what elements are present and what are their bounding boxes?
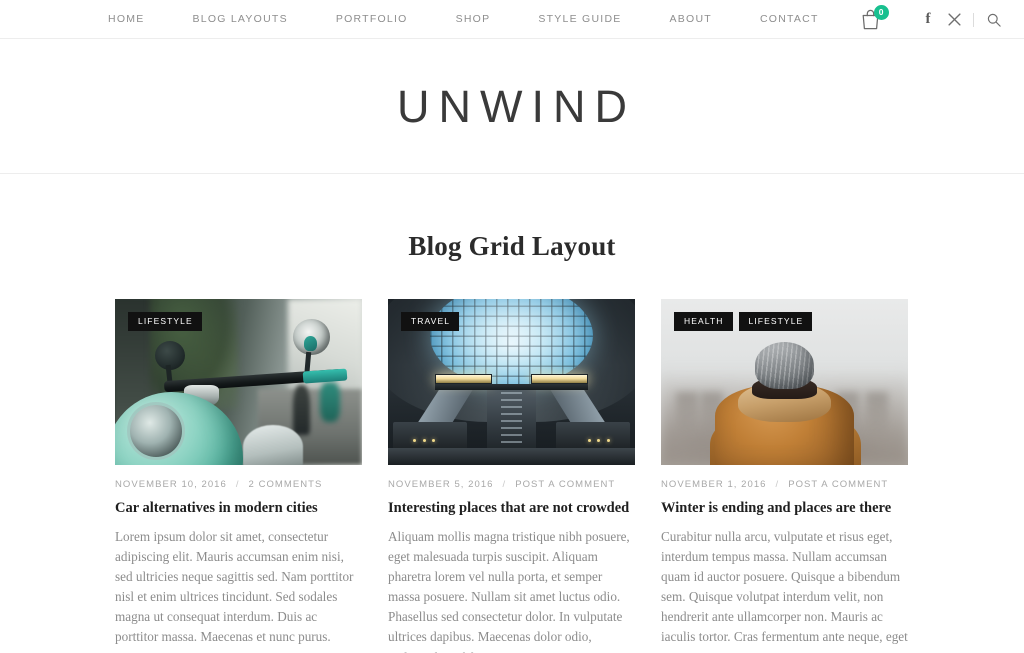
post-comments-link[interactable]: POST A COMMENT bbox=[515, 479, 615, 490]
post-thumbnail-link[interactable]: TRAVEL bbox=[388, 299, 635, 465]
post-category-list: TRAVEL bbox=[401, 312, 460, 331]
nav-right-actions: f bbox=[915, 0, 1024, 39]
post-category-badge[interactable]: LIFESTYLE bbox=[128, 312, 202, 331]
post-meta: NOVEMBER 1, 2016 / POST A COMMENT bbox=[661, 479, 908, 490]
nav-divider bbox=[973, 12, 974, 27]
post-excerpt: Lorem ipsum dolor sit amet, consectetur … bbox=[115, 529, 354, 653]
post-excerpt: Aliquam mollis magna tristique nibh posu… bbox=[388, 529, 630, 653]
post-comments-link[interactable]: 2 COMMENTS bbox=[249, 479, 323, 490]
cart-count-badge: 0 bbox=[873, 5, 889, 20]
cart-button[interactable]: 0 bbox=[861, 5, 891, 33]
top-navigation-bar: HOME BLOG LAYOUTS PORTFOLIO SHOP STYLE G… bbox=[0, 0, 1024, 39]
site-logo[interactable]: UNWIND bbox=[388, 84, 636, 129]
meta-separator: / bbox=[775, 479, 780, 490]
post-category-badge[interactable]: TRAVEL bbox=[401, 312, 460, 331]
post-title[interactable]: Car alternatives in modern cities bbox=[115, 499, 362, 517]
post-date: NOVEMBER 10, 2016 bbox=[115, 479, 227, 490]
site-header: UNWIND bbox=[0, 39, 1024, 174]
primary-navigation: HOME BLOG LAYOUTS PORTFOLIO SHOP STYLE G… bbox=[108, 0, 891, 39]
post-title[interactable]: Winter is ending and places are there bbox=[661, 499, 908, 517]
post-excerpt: Curabitur nulla arcu, vulputate et risus… bbox=[661, 529, 908, 653]
blog-post-card: TRAVEL NOVEMBER 5, 2016 / POST A COMMENT… bbox=[388, 299, 635, 653]
post-meta: NOVEMBER 5, 2016 / POST A COMMENT bbox=[388, 479, 635, 490]
post-thumbnail-link[interactable]: LIFESTYLE bbox=[115, 299, 362, 465]
post-meta: NOVEMBER 10, 2016 / 2 COMMENTS bbox=[115, 479, 362, 490]
post-thumbnail-link[interactable]: HEALTH LIFESTYLE bbox=[661, 299, 908, 465]
nav-item-style-guide[interactable]: STYLE GUIDE bbox=[514, 0, 645, 39]
blog-post-grid: LIFESTYLE NOVEMBER 10, 2016 / 2 COMMENTS… bbox=[115, 299, 909, 653]
nav-item-home[interactable]: HOME bbox=[108, 0, 169, 39]
page-title: Blog Grid Layout bbox=[408, 231, 616, 261]
post-category-badge[interactable]: HEALTH bbox=[674, 312, 733, 331]
x-twitter-icon[interactable] bbox=[941, 0, 967, 39]
search-icon[interactable] bbox=[982, 0, 1006, 39]
post-date: NOVEMBER 5, 2016 bbox=[388, 479, 494, 490]
post-title[interactable]: Interesting places that are not crowded bbox=[388, 499, 635, 517]
facebook-icon[interactable]: f bbox=[915, 0, 941, 39]
post-comments-link[interactable]: POST A COMMENT bbox=[788, 479, 888, 490]
blog-post-card: HEALTH LIFESTYLE NOVEMBER 1, 2016 / POST… bbox=[661, 299, 908, 653]
post-category-list: LIFESTYLE bbox=[128, 312, 202, 331]
nav-item-about[interactable]: ABOUT bbox=[646, 0, 736, 39]
meta-separator: / bbox=[502, 479, 507, 490]
blog-post-card: LIFESTYLE NOVEMBER 10, 2016 / 2 COMMENTS… bbox=[115, 299, 362, 653]
nav-item-shop[interactable]: SHOP bbox=[432, 0, 515, 39]
nav-item-blog-layouts[interactable]: BLOG LAYOUTS bbox=[169, 0, 312, 39]
meta-separator: / bbox=[235, 479, 240, 490]
post-category-badge[interactable]: LIFESTYLE bbox=[738, 312, 813, 331]
nav-item-contact[interactable]: CONTACT bbox=[736, 0, 843, 39]
nav-item-portfolio[interactable]: PORTFOLIO bbox=[312, 0, 432, 39]
post-date: NOVEMBER 1, 2016 bbox=[661, 479, 767, 490]
post-category-list: HEALTH LIFESTYLE bbox=[674, 312, 813, 331]
